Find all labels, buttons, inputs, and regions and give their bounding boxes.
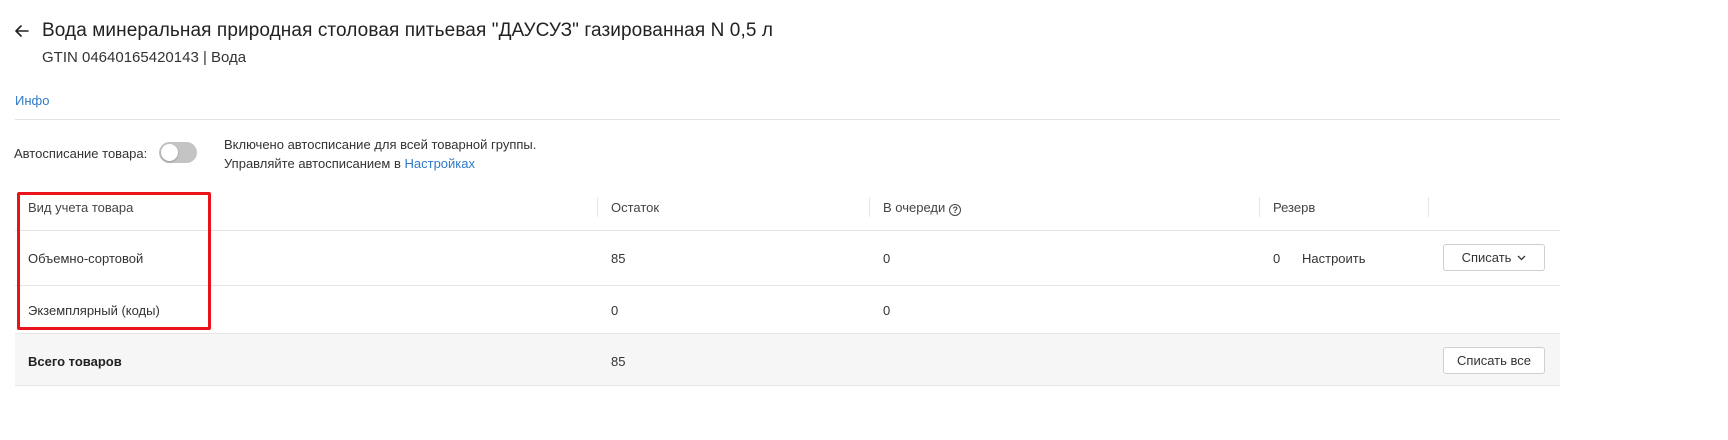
tab-bar: Инфо: [15, 93, 1728, 120]
back-arrow-icon[interactable]: [14, 23, 30, 39]
total-label: Всего товаров: [28, 354, 122, 369]
row-type: Объемно-сортовой: [28, 251, 144, 266]
page-title: Вода минеральная природная столовая пить…: [42, 20, 774, 41]
writeoff-button[interactable]: Списать: [1443, 244, 1545, 271]
table-header-row: Вид учета товара Остаток В очереди? Резе…: [15, 183, 1560, 231]
configure-reserve-link[interactable]: Настроить: [1302, 251, 1366, 266]
writeoff-all-button[interactable]: Списать все: [1443, 347, 1545, 374]
row-type: Экземплярный (коды): [28, 303, 160, 318]
row-queue: 0: [883, 251, 891, 266]
column-header-reserve: Резерв: [1273, 200, 1316, 215]
product-page: Вода минеральная природная столовая пить…: [0, 0, 1728, 440]
row-balance: 0: [611, 303, 619, 318]
column-divider: [1428, 197, 1429, 217]
autowriteoff-note-prefix: Управляйте автосписанием в: [224, 156, 401, 171]
row-queue: 0: [883, 303, 891, 318]
chevron-down-icon: [1517, 253, 1526, 263]
autowriteoff-note-line2: Управляйте автосписанием в Настройках: [224, 154, 536, 173]
product-subtitle: GTIN 04640165420143 | Вода: [42, 49, 247, 66]
column-header-type: Вид учета товара: [28, 200, 134, 215]
help-icon[interactable]: ?: [949, 204, 962, 216]
column-header-queue-label: В очереди: [883, 200, 946, 215]
autowriteoff-note-line1: Включено автосписание для всей товарной …: [224, 137, 537, 152]
column-header-queue: В очереди?: [883, 200, 962, 216]
row-reserve: 0: [1273, 251, 1281, 266]
toggle-knob: [161, 144, 178, 161]
tabs-divider: [15, 119, 1560, 120]
row-balance: 85: [611, 251, 626, 266]
autowriteoff-label: Автосписание товара:: [14, 146, 148, 161]
table-total-row: Всего товаров 85 Списать все: [15, 334, 1560, 386]
writeoff-button-label: Списать: [1461, 250, 1512, 265]
table-row: Объемно-сортовой 85 0 0 Настроить Списат…: [15, 231, 1560, 286]
stock-table: Вид учета товара Остаток В очереди? Резе…: [15, 183, 1560, 386]
autowriteoff-toggle[interactable]: [159, 142, 197, 163]
settings-link[interactable]: Настройках: [405, 156, 476, 171]
column-header-balance: Остаток: [611, 200, 660, 215]
column-divider: [869, 197, 870, 217]
table-row: Экземплярный (коды) 0 0: [15, 286, 1560, 334]
page-header: Вода минеральная природная столовая пить…: [14, 20, 773, 42]
column-divider: [597, 197, 598, 217]
tab-info[interactable]: Инфо: [15, 93, 49, 116]
autowriteoff-note: Включено автосписание для всей товарной …: [224, 135, 536, 173]
total-balance: 85: [611, 354, 626, 369]
column-divider: [1259, 197, 1260, 217]
